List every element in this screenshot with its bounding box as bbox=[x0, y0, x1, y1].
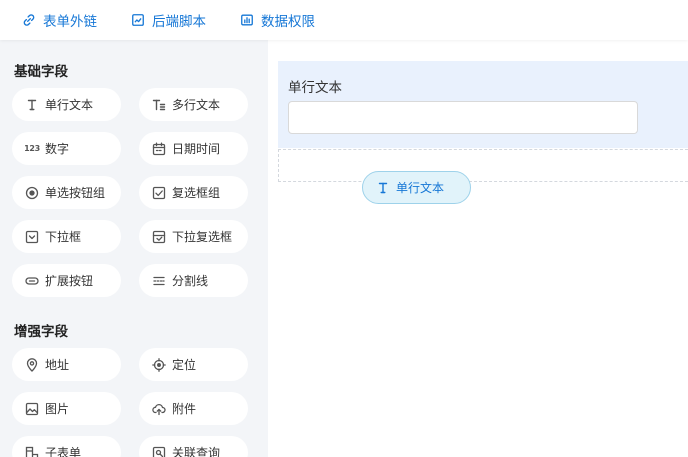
section-title-basic-fields: 基础字段 bbox=[14, 64, 68, 80]
linked-query-icon bbox=[152, 446, 166, 457]
cloud-upload-icon bbox=[152, 403, 166, 415]
dropdown-checkbox-icon bbox=[152, 230, 166, 243]
single-line-text-input[interactable] bbox=[288, 101, 638, 134]
divider-icon bbox=[153, 276, 165, 285]
field-divider[interactable]: 分割线 bbox=[139, 264, 248, 297]
location-pin-icon bbox=[26, 357, 38, 372]
radio-icon bbox=[25, 186, 39, 199]
single-line-text-icon bbox=[378, 182, 388, 193]
top-toolbar: 表单外链 后端脚本 数据权限 bbox=[0, 0, 688, 40]
checkbox-icon bbox=[152, 186, 166, 199]
selected-form-field[interactable]: 单行文本 bbox=[278, 61, 688, 148]
form-field-label: 单行文本 bbox=[288, 80, 342, 96]
crosshair-icon bbox=[152, 357, 166, 372]
script-icon bbox=[132, 14, 144, 26]
link-icon bbox=[23, 14, 35, 26]
field-image[interactable]: 图片 bbox=[12, 392, 121, 425]
field-attachment[interactable]: 附件 bbox=[139, 392, 248, 425]
form-external-link-label: 表单外链 bbox=[43, 14, 97, 30]
data-permission-label: 数据权限 bbox=[261, 14, 315, 30]
field-sub-form[interactable]: 子表单 bbox=[12, 436, 121, 457]
field-dropdown-checkbox[interactable]: 下拉复选框 bbox=[139, 220, 248, 253]
field-checkbox-group[interactable]: 复选框组 bbox=[139, 176, 248, 209]
data-permission-button[interactable]: 数据权限 bbox=[240, 10, 315, 30]
dragging-field-label: 单行文本 bbox=[396, 181, 445, 195]
field-palette: 基础字段 单行文本 多行文本 123 数字 日期时间 单选按钮组 复选框组 下拉… bbox=[0, 40, 268, 457]
backend-script-label: 后端脚本 bbox=[152, 14, 206, 30]
dragging-field-chip[interactable]: 单行文本 bbox=[362, 171, 471, 204]
field-multi-line-text[interactable]: 多行文本 bbox=[139, 88, 248, 121]
form-canvas[interactable]: 单行文本 单行文本 bbox=[268, 40, 688, 457]
backend-script-button[interactable]: 后端脚本 bbox=[131, 10, 206, 30]
field-extend-button[interactable]: 扩展按钮 bbox=[12, 264, 121, 297]
calendar-icon bbox=[152, 142, 166, 155]
image-icon bbox=[25, 402, 39, 415]
single-line-text-icon bbox=[27, 99, 37, 110]
field-date-time[interactable]: 日期时间 bbox=[139, 132, 248, 165]
field-number[interactable]: 123 数字 bbox=[12, 132, 121, 165]
form-external-link-button[interactable]: 表单外链 bbox=[22, 10, 97, 30]
sub-form-icon bbox=[25, 446, 39, 457]
field-location[interactable]: 定位 bbox=[139, 348, 248, 381]
number-icon: 123 bbox=[24, 144, 40, 153]
extend-button-icon bbox=[25, 276, 39, 285]
field-linked-query[interactable]: 关联查询 bbox=[139, 436, 248, 457]
field-single-line-text[interactable]: 单行文本 bbox=[12, 88, 121, 121]
bar-chart-icon bbox=[241, 14, 253, 26]
multi-line-text-icon bbox=[152, 99, 166, 110]
drop-zone[interactable] bbox=[278, 149, 688, 182]
field-dropdown[interactable]: 下拉框 bbox=[12, 220, 121, 253]
field-radio-group[interactable]: 单选按钮组 bbox=[12, 176, 121, 209]
dropdown-icon bbox=[25, 230, 39, 243]
field-address[interactable]: 地址 bbox=[12, 348, 121, 381]
section-title-enhanced-fields: 增强字段 bbox=[14, 324, 68, 340]
